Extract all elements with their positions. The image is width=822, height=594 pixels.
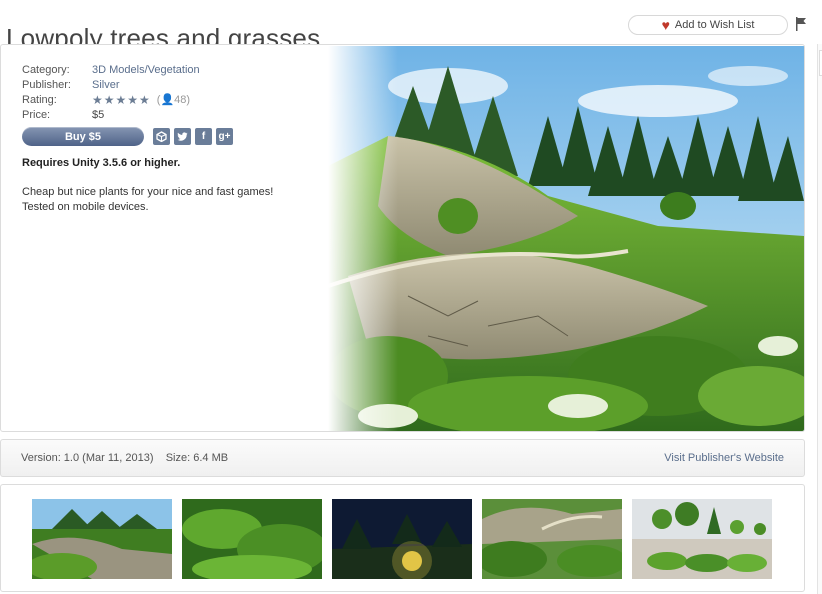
rating-count: (👤48) xyxy=(156,94,191,106)
publisher-row: Publisher: Silver xyxy=(22,77,200,92)
price-label: Price: xyxy=(22,108,51,121)
thumbnail-1[interactable] xyxy=(32,499,172,579)
publisher-link[interactable]: Silver xyxy=(92,79,120,91)
price-value: $5 xyxy=(92,108,105,121)
rating-row: Rating: ★★★★★ (👤48) xyxy=(22,92,200,107)
google-plus-icon[interactable]: g+ xyxy=(216,128,233,145)
screenshot-thumbnails xyxy=(0,484,805,592)
product-panel: Category: 3D Models/Vegetation Publisher… xyxy=(0,44,805,432)
unity-icon[interactable] xyxy=(153,128,170,145)
thumbnail-4[interactable] xyxy=(482,499,622,579)
flag-icon[interactable] xyxy=(795,17,807,31)
thumbnail-2[interactable] xyxy=(182,499,322,579)
size-info: Size: 6.4 MB xyxy=(165,452,229,464)
publisher-label: Publisher: xyxy=(22,78,71,91)
version-bar: Version: 1.0 (Mar 11, 2013) Size: 6.4 MB… xyxy=(0,439,805,477)
buy-button[interactable]: Buy $5 xyxy=(22,127,144,146)
add-to-wishlist-button[interactable]: ♥ Add to Wish List xyxy=(628,15,788,35)
product-details: Category: 3D Models/Vegetation Publisher… xyxy=(22,62,200,122)
category-label: Category: xyxy=(22,63,70,76)
twitter-icon[interactable] xyxy=(174,128,191,145)
heart-icon: ♥ xyxy=(661,17,670,33)
thumbnail-5[interactable] xyxy=(632,499,772,579)
version-info: Version: 1.0 (Mar 11, 2013) Size: 6.4 MB xyxy=(21,452,229,464)
category-link[interactable]: 3D Models/Vegetation xyxy=(92,64,200,76)
visit-publisher-link[interactable]: Visit Publisher's Website xyxy=(664,452,784,464)
user-icon: 👤 xyxy=(160,94,175,106)
facebook-icon[interactable]: f xyxy=(195,128,212,145)
right-scroll-strip xyxy=(817,44,822,594)
thumbnail-3[interactable] xyxy=(332,499,472,579)
product-description: Cheap but nice plants for your nice and … xyxy=(22,186,274,213)
wishlist-label: Add to Wish List xyxy=(674,19,755,31)
price-row: Price: $5 xyxy=(22,107,200,122)
rating-stars: ★★★★★ xyxy=(92,92,151,107)
category-row: Category: 3D Models/Vegetation xyxy=(22,62,200,77)
unity-requirement: Requires Unity 3.5.6 or higher. xyxy=(22,157,181,169)
hero-image[interactable] xyxy=(328,46,804,431)
rating-label: Rating: xyxy=(22,93,57,106)
